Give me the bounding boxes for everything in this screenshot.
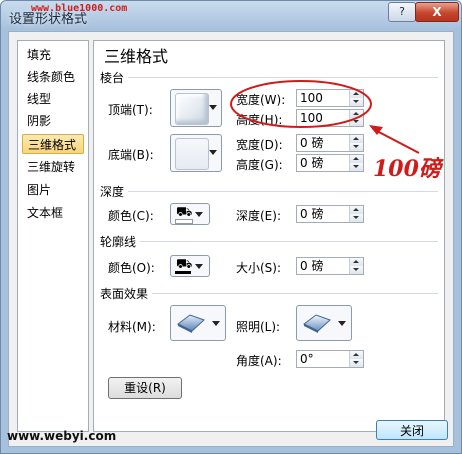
contour-size-label: 大小(S): — [236, 261, 282, 275]
spin-up-icon[interactable] — [349, 351, 363, 359]
top-width-spinner[interactable]: 100 — [296, 89, 364, 107]
spin-down-icon[interactable] — [349, 359, 363, 367]
spin-up-icon[interactable] — [349, 155, 363, 163]
spin-down-icon[interactable] — [349, 163, 363, 171]
bottom-width-label: 宽度(D): — [236, 138, 283, 152]
material-icon — [177, 314, 205, 333]
nav-item-shadow[interactable]: 阴影 — [22, 111, 84, 131]
bottom-height-value: 0 磅 — [300, 156, 324, 170]
angle-spinner[interactable]: 0° — [296, 350, 364, 368]
annotation-text: 100磅 — [373, 156, 441, 182]
bevel-heading: 棱台 — [100, 71, 125, 85]
contour-color-button[interactable]: ⛟ — [170, 255, 210, 277]
contour-heading: 轮廓线 — [100, 235, 137, 249]
bottom-bevel-label: 底端(B): — [108, 148, 154, 162]
format-panel: 三维格式 棱台 顶端(T): 宽度(W): 100 高度(H): 100 底端(… — [93, 40, 445, 432]
dropdown-arrow-icon — [209, 150, 217, 155]
bottom-height-spinner[interactable]: 0 磅 — [296, 154, 364, 172]
dropdown-arrow-icon — [338, 321, 346, 326]
dropdown-arrow-icon — [209, 105, 217, 110]
spin-down-icon[interactable] — [349, 118, 363, 126]
bottom-width-value: 0 磅 — [300, 136, 324, 150]
top-width-label: 宽度(W): — [236, 93, 286, 107]
spin-up-icon[interactable] — [349, 90, 363, 98]
lighting-label: 照明(L): — [236, 320, 281, 334]
spin-down-icon[interactable] — [349, 266, 363, 274]
depth-label: 深度(E): — [236, 209, 281, 223]
top-width-value: 100 — [300, 91, 323, 105]
surface-separator — [152, 293, 438, 294]
material-label: 材料(M): — [108, 320, 156, 334]
color-bar — [175, 271, 191, 274]
color-bar — [175, 219, 193, 224]
nav-item-line-color[interactable]: 线条颜色 — [22, 67, 84, 87]
title-bar[interactable]: 设置形状格式 www.blue1000.com ? X — [1, 1, 461, 31]
bottom-width-spinner[interactable]: 0 磅 — [296, 134, 364, 152]
reset-button[interactable]: 重设(R) — [108, 377, 182, 399]
nav-item-3d-rotation[interactable]: 三维旋转 — [22, 157, 84, 177]
dialog-window: 设置形状格式 www.blue1000.com ? X 填充 线条颜色 线型 阴… — [0, 0, 462, 454]
contour-size-spinner[interactable]: 0 磅 — [296, 257, 364, 275]
top-bevel-label: 顶端(T): — [108, 103, 153, 117]
spin-down-icon[interactable] — [349, 214, 363, 222]
nav-item-fill[interactable]: 填充 — [22, 45, 84, 65]
dropdown-arrow-icon — [195, 264, 203, 269]
angle-value: 0° — [300, 352, 314, 366]
dropdown-arrow-icon — [212, 321, 220, 326]
window-close-button[interactable]: X — [415, 2, 459, 22]
category-list: 填充 线条颜色 线型 阴影 三维格式 三维旋转 图片 文本框 — [17, 40, 89, 432]
depth-spinner[interactable]: 0 磅 — [296, 205, 364, 223]
bottom-bevel-button[interactable] — [170, 134, 222, 172]
watermark-top: www.blue1000.com — [31, 3, 128, 14]
dialog-client: 填充 线条颜色 线型 阴影 三维格式 三维旋转 图片 文本框 三维格式 棱台 顶… — [8, 31, 454, 447]
top-height-spinner[interactable]: 100 — [296, 109, 364, 127]
paint-bucket-icon: ⛟ — [176, 205, 193, 220]
material-button[interactable] — [170, 305, 226, 341]
contour-separator — [140, 241, 438, 242]
nav-item-line-style[interactable]: 线型 — [22, 89, 84, 109]
dropdown-arrow-icon — [195, 212, 203, 217]
depth-color-button[interactable]: ⛟ — [170, 203, 210, 225]
surface-heading: 表面效果 — [100, 287, 149, 301]
bottom-height-label: 高度(G): — [236, 158, 283, 172]
lighting-button[interactable] — [296, 305, 352, 341]
top-bevel-button[interactable] — [170, 89, 222, 127]
nav-item-text-box[interactable]: 文本框 — [22, 203, 84, 223]
depth-value: 0 磅 — [300, 207, 324, 221]
depth-separator — [128, 191, 438, 192]
spin-down-icon[interactable] — [349, 143, 363, 151]
top-height-value: 100 — [300, 111, 323, 125]
contour-size-value: 0 磅 — [300, 259, 324, 273]
nav-item-3d-format[interactable]: 三维格式 — [22, 134, 84, 154]
spin-up-icon[interactable] — [349, 206, 363, 214]
angle-label: 角度(A): — [236, 354, 282, 368]
bevel-separator — [128, 77, 438, 78]
spin-up-icon[interactable] — [349, 135, 363, 143]
lighting-icon — [303, 314, 331, 333]
contour-color-label: 颜色(O): — [108, 261, 155, 275]
spin-up-icon[interactable] — [349, 110, 363, 118]
watermark-bottom: www.webyi.com — [7, 429, 117, 443]
panel-title: 三维格式 — [104, 47, 169, 66]
bevel-swatch-icon — [175, 138, 209, 170]
help-button[interactable]: ? — [388, 2, 416, 22]
bevel-swatch-icon — [175, 93, 209, 125]
top-height-label: 高度(H): — [236, 113, 283, 127]
depth-color-label: 颜色(C): — [108, 209, 154, 223]
spin-up-icon[interactable] — [349, 258, 363, 266]
nav-item-picture[interactable]: 图片 — [22, 180, 84, 200]
paint-bucket-icon: ⛟ — [176, 257, 193, 272]
close-dialog-button[interactable]: 关闭 — [376, 420, 448, 440]
depth-heading: 深度 — [100, 185, 125, 199]
spin-down-icon[interactable] — [349, 98, 363, 106]
